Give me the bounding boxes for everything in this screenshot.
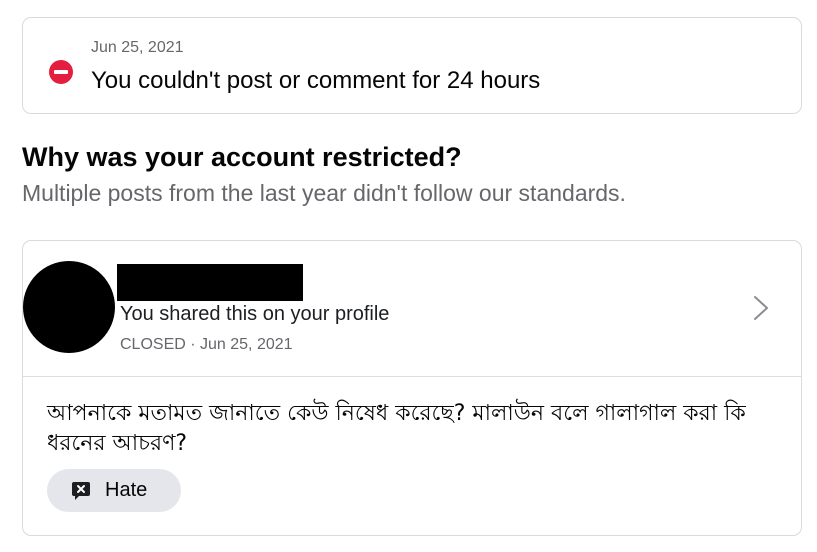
avatar xyxy=(23,261,115,353)
chevron-right-icon[interactable] xyxy=(749,293,773,323)
notice-date: Jun 25, 2021 xyxy=(91,39,184,56)
restriction-notice-card: Jun 25, 2021 You couldn't post or commen… xyxy=(22,17,802,114)
redacted-name xyxy=(117,264,303,301)
post-text: আপনাকে মতামত জানাতে কেউ নিষেধ করেছে? মাল… xyxy=(47,401,746,456)
hate-tag-label: Hate xyxy=(105,479,148,501)
notice-title: You couldn't post or comment for 24 hour… xyxy=(91,67,541,94)
restriction-reason-subheading: Multiple posts from the last year didn't… xyxy=(22,180,626,206)
violating-post-card[interactable]: You shared this on your profile CLOSED ·… xyxy=(22,240,802,536)
hate-speech-icon xyxy=(72,481,90,500)
card-divider xyxy=(23,376,801,377)
hate-tag-chip[interactable]: Hate xyxy=(47,469,181,512)
minus-circle-icon xyxy=(49,60,73,84)
post-status-meta: CLOSED · Jun 25, 2021 xyxy=(120,336,293,353)
restriction-reason-heading: Why was your account restricted? xyxy=(22,142,462,172)
post-shared-text: You shared this on your profile xyxy=(120,303,390,325)
